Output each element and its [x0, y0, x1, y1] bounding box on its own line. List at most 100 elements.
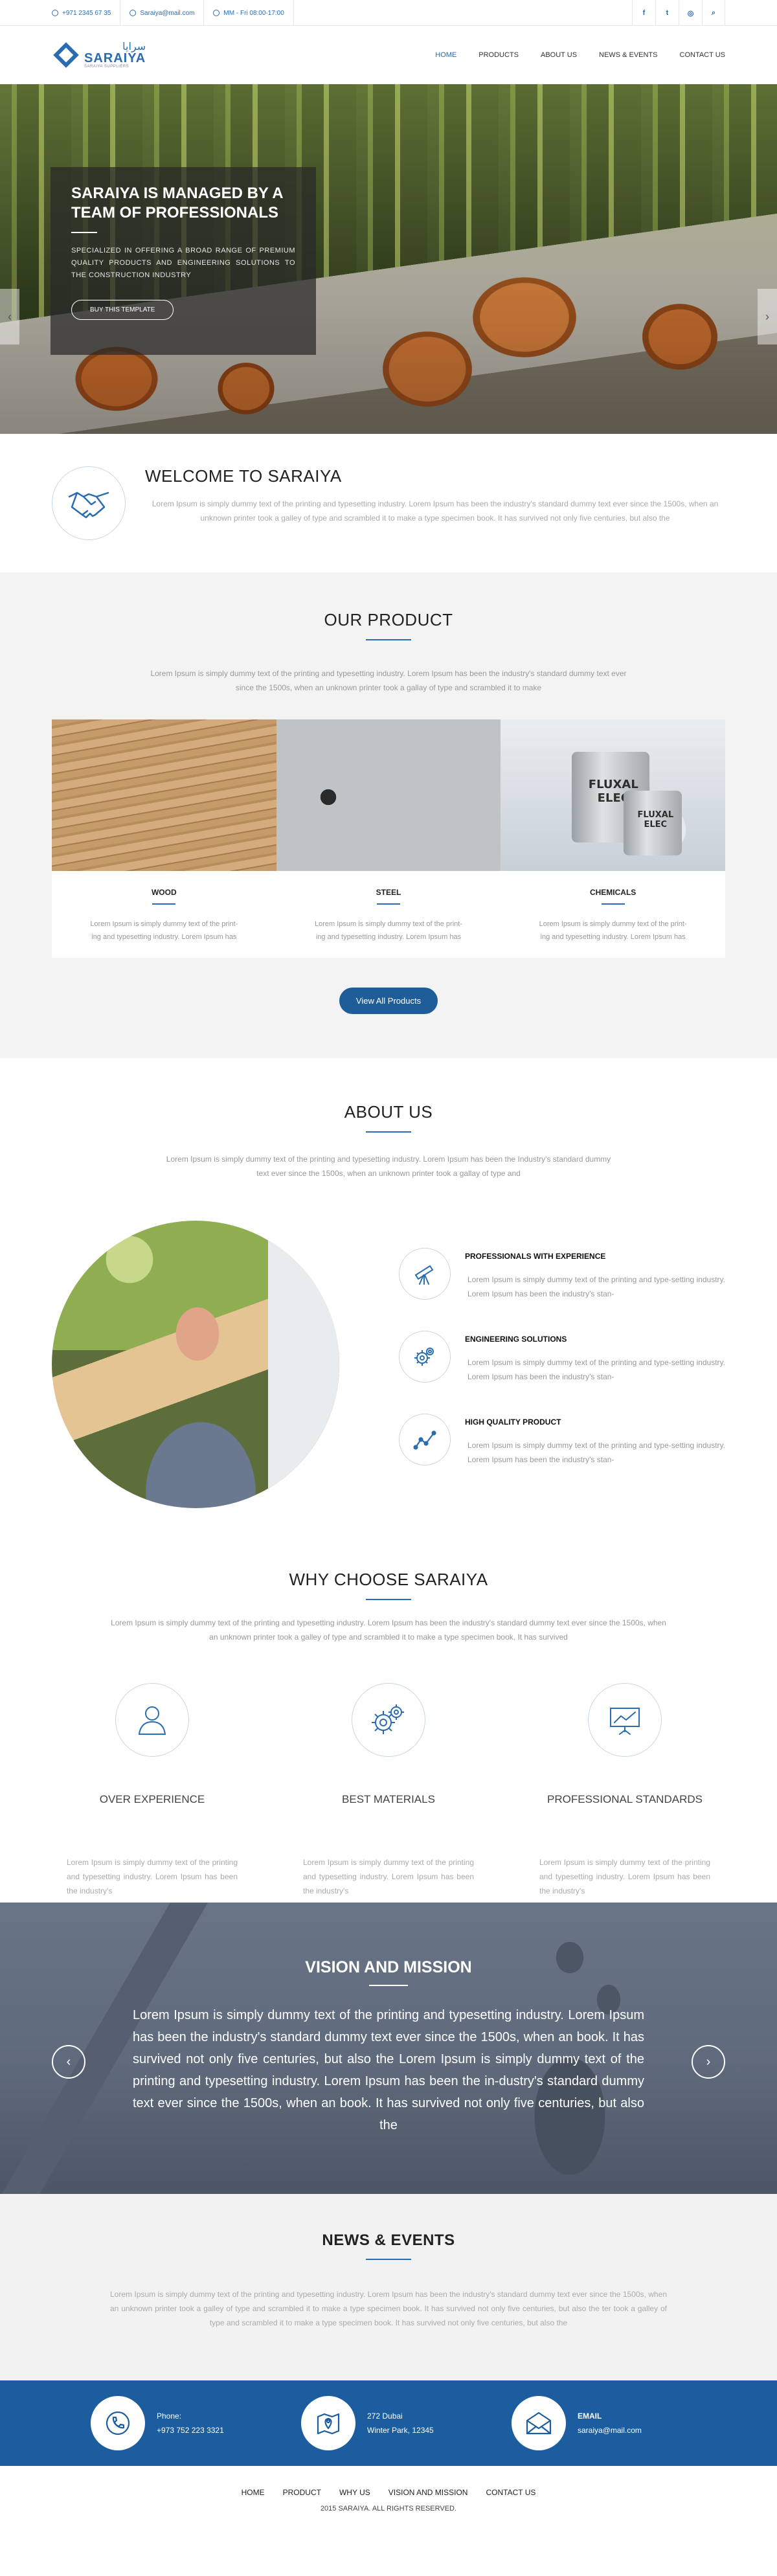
hero-slider: SARAIYA IS MANAGED BY A TEAM OF PROFESSI… — [0, 84, 777, 434]
news-title: NEWS & EVENTS — [322, 2231, 455, 2249]
social-links: f t ◎ ⌕ — [632, 0, 725, 26]
phone-icon — [91, 2396, 145, 2450]
product-text: Lorem Ipsum is simply dummy text of the … — [90, 920, 238, 941]
footer-link-contact[interactable]: CONTACT US — [486, 2488, 535, 2497]
why-item: PROFESSIONAL STANDARDS Lorem Ipsum is si… — [537, 1683, 712, 1898]
why-item-text: Lorem Ipsum is simply dummy text of the … — [67, 1858, 238, 1895]
footer-link-product[interactable]: PRODUCT — [283, 2488, 321, 2497]
hero-next-arrow-icon[interactable]: › — [758, 289, 777, 345]
topbar-phone[interactable]: +971 2345 67 35 — [52, 0, 121, 26]
vision-divider — [369, 1985, 408, 1986]
nav-news-events[interactable]: NEWS & EVENTS — [599, 51, 657, 59]
why-item-name: OVER EXPERIENCE — [99, 1793, 205, 1805]
nav-contact-us[interactable]: CONTACT US — [680, 51, 726, 59]
product-text: Lorem Ipsum is simply dummy text of the … — [539, 920, 687, 941]
topbar-hours-text: MM - Fri 08:00-17:00 — [223, 9, 284, 17]
product-card-wood[interactable]: WOOD Lorem Ipsum is simply dummy text of… — [52, 719, 276, 958]
contact-address[interactable]: 272 Dubai Winter Park, 12345 — [301, 2396, 476, 2450]
product-name: WOOD — [151, 888, 177, 897]
welcome-text: Lorem Ipsum is simply dummy text of the … — [152, 499, 719, 523]
contact-band: Phone: +973 752 223 3321 272 Dubai Winte… — [0, 2380, 777, 2466]
feature-item: PROFESSIONALS WITH EXPERIENCE Lorem Ipsu… — [399, 1248, 725, 1301]
why-divider — [366, 1599, 411, 1600]
line-chart-icon — [399, 1414, 451, 1465]
topbar-email-text: Saraiya@mail.com — [140, 9, 195, 17]
product-divider — [601, 903, 625, 905]
site-header: سرايا SARAIYA SARAIYA SUPPLIERS HOME PRO… — [0, 26, 777, 84]
twitter-icon[interactable]: t — [655, 0, 679, 26]
user-icon — [115, 1683, 189, 1757]
products-divider — [366, 639, 411, 640]
clock-icon — [213, 10, 220, 16]
logo-name: SARAIYA — [84, 51, 146, 65]
footer-link-vision[interactable]: VISION AND MISSION — [388, 2488, 468, 2497]
about-section: ABOUT US Lorem Ipsum is simply dummy tex… — [0, 1058, 777, 1537]
feature-text: Lorem Ipsum is simply dummy text of the … — [467, 1358, 725, 1381]
contact-email[interactable]: EMAIL saraiya@mail.com — [512, 2396, 686, 2450]
about-title: ABOUT US — [344, 1102, 433, 1122]
hero-title: SARAIYA IS MANAGED BY A TEAM OF PROFESSI… — [71, 185, 283, 221]
mail-icon — [130, 10, 137, 16]
why-choose-section: WHY CHOOSE SARAIYA Lorem Ipsum is simply… — [0, 1537, 777, 1903]
top-bar: +971 2345 67 35 Saraiya@mail.com MM - Fr… — [0, 0, 777, 26]
contact-address-line2: Winter Park, 12345 — [367, 2426, 434, 2435]
contact-phone-number: +973 752 223 3321 — [157, 2426, 224, 2435]
logo[interactable]: سرايا SARAIYA SARAIYA SUPPLIERS — [52, 41, 146, 69]
contact-phone[interactable]: Phone: +973 752 223 3321 — [91, 2396, 265, 2450]
news-divider — [366, 2259, 411, 2260]
why-item-name: BEST MATERIALS — [342, 1793, 435, 1805]
contact-address-line1: 272 Dubai — [367, 2412, 403, 2421]
view-all-products-button[interactable]: View All Products — [339, 988, 438, 1014]
product-name: STEEL — [376, 888, 401, 897]
gears-icon — [399, 1331, 451, 1383]
search-icon[interactable]: ⌕ — [702, 0, 725, 26]
logo-diamond-icon — [52, 41, 80, 69]
hero-caption: SARAIYA IS MANAGED BY A TEAM OF PROFESSI… — [51, 167, 316, 355]
vision-section: ‹ › VISION AND MISSION Lorem Ipsum is si… — [0, 1903, 777, 2194]
products-section: OUR PRODUCT Lorem Ipsum is simply dummy … — [0, 572, 777, 1058]
topbar-phone-text: +971 2345 67 35 — [62, 9, 111, 17]
why-item-name: PROFESSIONAL STANDARDS — [547, 1793, 703, 1805]
nav-about-us[interactable]: ABOUT US — [541, 51, 577, 59]
topbar-email[interactable]: Saraiya@mail.com — [120, 0, 205, 26]
product-card-chemicals[interactable]: FLUXAL ELEC FLUXAL ELEC CHEMICALS Lorem … — [501, 719, 725, 958]
why-item-text: Lorem Ipsum is simply dummy text of the … — [539, 1858, 710, 1895]
contact-email-label: EMAIL — [578, 2412, 602, 2421]
copyright: 2015 SARAIYA. All rights reserved. — [320, 2505, 457, 2513]
products-text: Lorem Ipsum is simply dummy text of the … — [150, 669, 627, 692]
nav-home[interactable]: HOME — [435, 51, 456, 59]
product-card-steel[interactable]: STEEL Lorem Ipsum is simply dummy text o… — [276, 719, 501, 958]
footer-link-home[interactable]: HOME — [242, 2488, 265, 2497]
hero-prev-arrow-icon[interactable]: ‹ — [0, 289, 19, 345]
feature-item: HIGH QUALITY PRODUCT Lorem Ipsum is simp… — [399, 1414, 725, 1467]
products-title: OUR PRODUCT — [324, 610, 453, 629]
presentation-icon — [588, 1683, 662, 1757]
feature-text: Lorem Ipsum is simply dummy text of the … — [467, 1275, 725, 1298]
product-name: CHEMICALS — [589, 888, 636, 897]
product-text: Lorem Ipsum is simply dummy text of the … — [314, 920, 462, 941]
telescope-icon — [399, 1248, 451, 1300]
footer-link-why-us[interactable]: WHY US — [339, 2488, 370, 2497]
instagram-icon[interactable]: ◎ — [679, 0, 702, 26]
paint-can-image: FLUXAL ELEC — [624, 791, 682, 855]
handshake-icon — [52, 466, 126, 540]
map-pin-icon — [301, 2396, 355, 2450]
buy-template-button[interactable]: BUY THIS TEMPLATE — [71, 300, 174, 320]
feature-title: PROFESSIONALS WITH EXPERIENCE — [465, 1252, 606, 1261]
about-text: Lorem Ipsum is simply dummy text of the … — [166, 1155, 611, 1178]
about-divider — [366, 1131, 411, 1133]
logo-arabic: سرايا — [122, 40, 146, 52]
site-footer: HOME PRODUCT WHY US VISION AND MISSION C… — [0, 2466, 777, 2537]
topbar-hours: MM - Fri 08:00-17:00 — [204, 0, 294, 26]
contact-phone-label: Phone: — [157, 2412, 182, 2421]
can-label: FLUXAL ELEC — [637, 810, 674, 830]
about-features: PROFESSIONALS WITH EXPERIENCE Lorem Ipsu… — [399, 1221, 725, 1508]
product-divider — [376, 903, 400, 905]
feature-title: HIGH QUALITY PRODUCT — [465, 1418, 561, 1427]
worker-photo — [52, 1221, 339, 1508]
nav-products[interactable]: PRODUCTS — [479, 51, 519, 59]
chemicals-image: FLUXAL ELEC FLUXAL ELEC — [501, 719, 725, 871]
facebook-icon[interactable]: f — [632, 0, 655, 26]
why-item: OVER EXPERIENCE Lorem Ipsum is simply du… — [65, 1683, 240, 1898]
welcome-section: WELCOME TO SARAIYA Lorem Ipsum is simply… — [0, 434, 777, 572]
